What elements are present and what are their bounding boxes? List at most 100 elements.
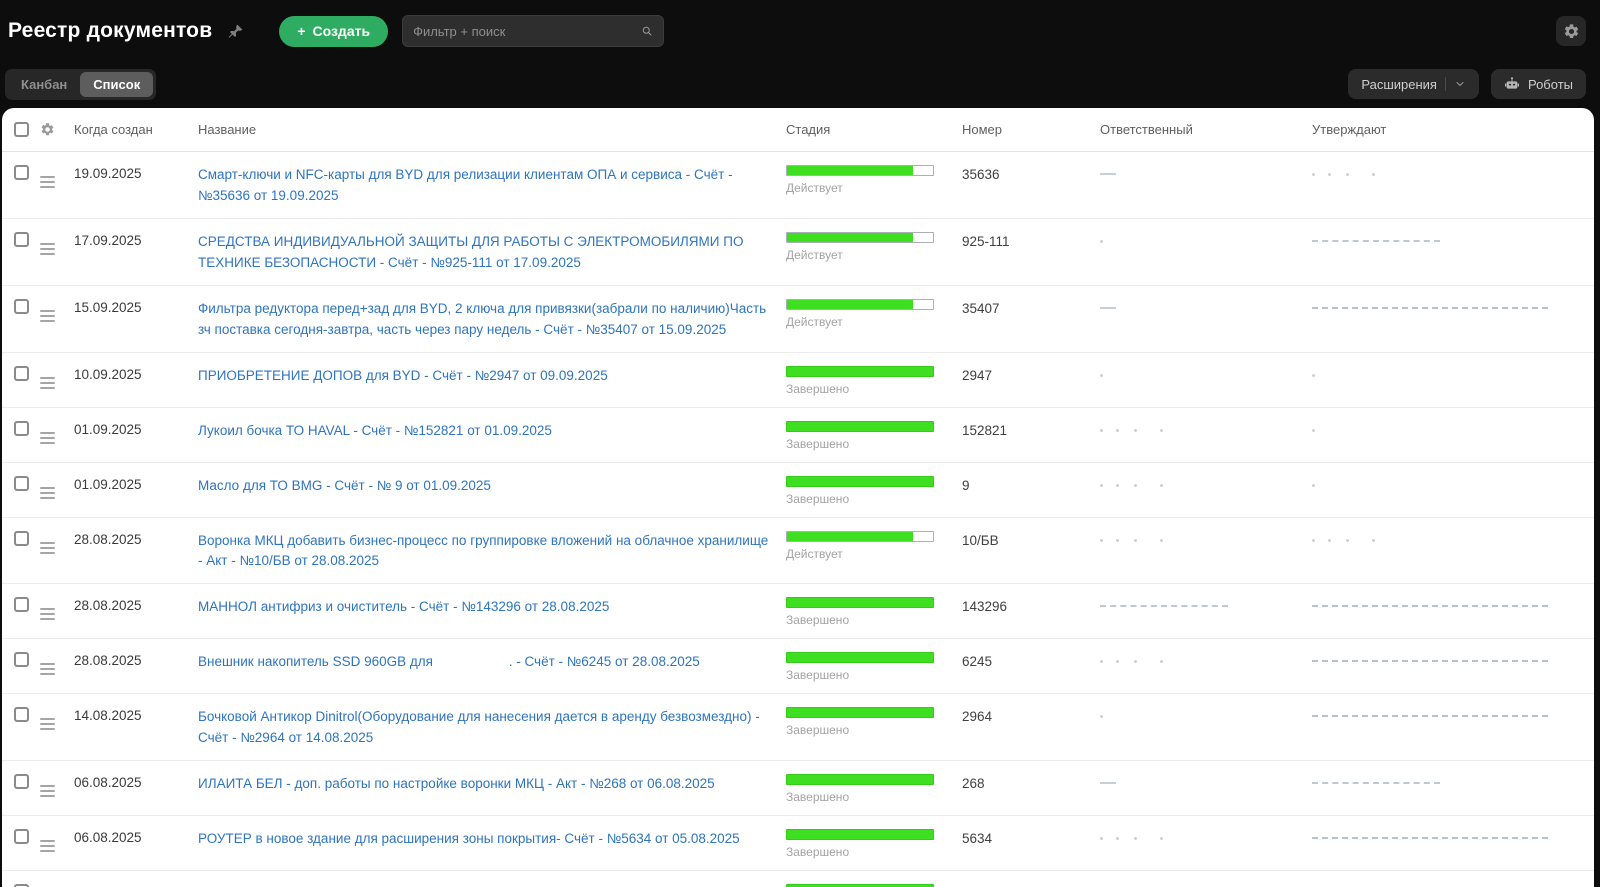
row-checkbox[interactable]	[14, 707, 29, 722]
documents-panel: Когда создан Название Стадия Номер Ответ…	[2, 108, 1594, 887]
table-row[interactable]: 06.08.2025 РОУТЕР в новое здание для рас…	[2, 816, 1594, 871]
stage-label: Завершено	[786, 437, 936, 451]
document-link[interactable]: Внешник накопитель SSD 960GB для . - Счё…	[198, 652, 776, 673]
table-row[interactable]: 28.08.2025 МАННОЛ антифриз и очиститель …	[2, 584, 1594, 639]
sub-toolbar: Канбан Список Расширения Роботы	[0, 62, 1600, 106]
redacted-name-trace	[1312, 837, 1548, 839]
stage-label: Действует	[786, 547, 936, 561]
document-link[interactable]: Бочковой Антикор Dinitrol(Оборудование д…	[198, 707, 776, 749]
document-number: 2964	[962, 707, 1100, 727]
row-menu-icon[interactable]	[40, 785, 55, 797]
redacted-name-trace	[1312, 539, 1315, 542]
row-menu-icon[interactable]	[40, 487, 55, 499]
row-created-date: 17.09.2025	[74, 232, 198, 248]
approvers-cell	[1312, 652, 1580, 662]
redacted-name-trace	[1100, 307, 1116, 309]
table-row[interactable]: 06.08.2025 ИЛАИТА БЕЛ - доп. работы по н…	[2, 761, 1594, 816]
redacted-name-trace	[1312, 715, 1548, 717]
row-created-date: 01.09.2025	[74, 421, 198, 437]
table-row[interactable]: 01.09.2025 Масло для ТО BMG - Счёт - № 9…	[2, 463, 1594, 518]
col-header-created[interactable]: Когда создан	[74, 122, 198, 137]
row-menu-icon[interactable]	[40, 176, 55, 188]
stage-label: Завершено	[786, 613, 936, 627]
responsible-cell	[1100, 774, 1312, 784]
document-link[interactable]: ИЛАИТА БЕЛ - доп. работы по настройке во…	[198, 774, 776, 795]
document-link[interactable]: Фильтра редуктора перед+зад для BYD, 2 к…	[198, 299, 776, 341]
pin-icon[interactable]	[228, 24, 243, 39]
row-menu-icon[interactable]	[40, 310, 55, 322]
document-link[interactable]: Масло для ТО BMG - Счёт - № 9 от 01.09.2…	[198, 476, 776, 497]
robots-label: Роботы	[1528, 77, 1573, 92]
create-button[interactable]: + Создать	[279, 16, 388, 47]
tab-list[interactable]: Список	[80, 72, 153, 97]
responsible-cell	[1100, 366, 1312, 377]
row-checkbox[interactable]	[14, 774, 29, 789]
row-menu-icon[interactable]	[40, 840, 55, 852]
row-checkbox[interactable]	[14, 597, 29, 612]
document-number: 9	[962, 476, 1100, 496]
row-menu-icon[interactable]	[40, 432, 55, 444]
document-number: 35407	[962, 299, 1100, 319]
redacted-name-trace	[1312, 240, 1440, 242]
redacted-name-trace	[1312, 605, 1548, 607]
table-row[interactable]: 28.08.2025 Внешник накопитель SSD 960GB …	[2, 639, 1594, 694]
col-header-number[interactable]: Номер	[962, 122, 1100, 137]
row-checkbox[interactable]	[14, 829, 29, 844]
redacted-name-trace	[1100, 782, 1116, 784]
responsible-cell	[1100, 299, 1312, 309]
row-checkbox[interactable]	[14, 531, 29, 546]
redacted-name-trace	[1312, 429, 1315, 432]
row-menu-icon[interactable]	[40, 377, 55, 389]
plus-icon: +	[297, 23, 305, 39]
document-link[interactable]: СРЕДСТВА ИНДИВИДУАЛЬНОЙ ЗАЩИТЫ ДЛЯ РАБОТ…	[198, 232, 776, 274]
settings-button[interactable]	[1556, 16, 1586, 46]
document-link[interactable]: Смарт-ключи и NFC-карты для BYD для рели…	[198, 165, 776, 207]
robots-button[interactable]: Роботы	[1491, 69, 1586, 99]
document-link[interactable]: МАННОЛ антифриз и очиститель - Счёт - №1…	[198, 597, 776, 618]
row-menu-icon[interactable]	[40, 542, 55, 554]
search-input[interactable]	[413, 24, 623, 39]
row-menu-icon[interactable]	[40, 663, 55, 675]
row-checkbox[interactable]	[14, 299, 29, 314]
stage-progress-bar	[786, 652, 934, 663]
row-checkbox[interactable]	[14, 232, 29, 247]
stage-label: Действует	[786, 181, 936, 195]
extensions-button[interactable]: Расширения	[1348, 69, 1479, 99]
row-checkbox[interactable]	[14, 421, 29, 436]
row-menu-icon[interactable]	[40, 608, 55, 620]
redacted-name-trace	[1100, 660, 1103, 663]
row-checkbox[interactable]	[14, 652, 29, 667]
table-row[interactable]: 28.08.2025 Воронка МКЦ добавить бизнес-п…	[2, 518, 1594, 585]
table-row[interactable]: 14.08.2025 Бочковой Антикор Dinitrol(Обо…	[2, 694, 1594, 761]
view-switcher: Канбан Список	[5, 69, 156, 100]
table-row[interactable]: 01.09.2025 Лукоил бочка ТО HAVAL - Счёт …	[2, 408, 1594, 463]
responsible-cell	[1100, 232, 1312, 243]
table-row[interactable]: 10.09.2025 ПРИОБРЕТЕНИЕ ДОПОВ для BYD - …	[2, 353, 1594, 408]
row-checkbox[interactable]	[14, 366, 29, 381]
columns-settings-icon[interactable]	[40, 122, 55, 137]
row-checkbox[interactable]	[14, 476, 29, 491]
table-row[interactable]: 05.08.2025 ОЧИСТИТЕЛЬ МАННОЛ - Счёт - №1…	[2, 871, 1594, 887]
document-link[interactable]: РОУТЕР в новое здание для расширения зон…	[198, 829, 776, 850]
page-title: Реестр документов	[8, 19, 212, 43]
row-menu-icon[interactable]	[40, 718, 55, 730]
table-row[interactable]: 15.09.2025 Фильтра редуктора перед+зад д…	[2, 286, 1594, 353]
col-header-responsible[interactable]: Ответственный	[1100, 122, 1312, 137]
col-header-approvers[interactable]: Утверждают	[1312, 122, 1580, 137]
responsible-cell	[1100, 707, 1312, 718]
table-row[interactable]: 19.09.2025 Смарт-ключи и NFC-карты для B…	[2, 152, 1594, 219]
col-header-name[interactable]: Название	[198, 122, 786, 137]
document-link[interactable]: ПРИОБРЕТЕНИЕ ДОПОВ для BYD - Счёт - №294…	[198, 366, 776, 387]
document-link[interactable]: Лукоил бочка ТО HAVAL - Счёт - №152821 о…	[198, 421, 776, 442]
filter-search-box[interactable]	[402, 15, 664, 47]
search-icon[interactable]	[641, 25, 653, 37]
table-row[interactable]: 17.09.2025 СРЕДСТВА ИНДИВИДУАЛЬНОЙ ЗАЩИТ…	[2, 219, 1594, 286]
col-header-stage[interactable]: Стадия	[786, 122, 962, 137]
select-all-checkbox[interactable]	[14, 122, 29, 137]
document-number: 6245	[962, 652, 1100, 672]
tab-kanban[interactable]: Канбан	[8, 72, 80, 97]
responsible-cell	[1100, 421, 1312, 432]
document-link[interactable]: Воронка МКЦ добавить бизнес-процесс по г…	[198, 531, 776, 573]
row-checkbox[interactable]	[14, 165, 29, 180]
row-menu-icon[interactable]	[40, 243, 55, 255]
